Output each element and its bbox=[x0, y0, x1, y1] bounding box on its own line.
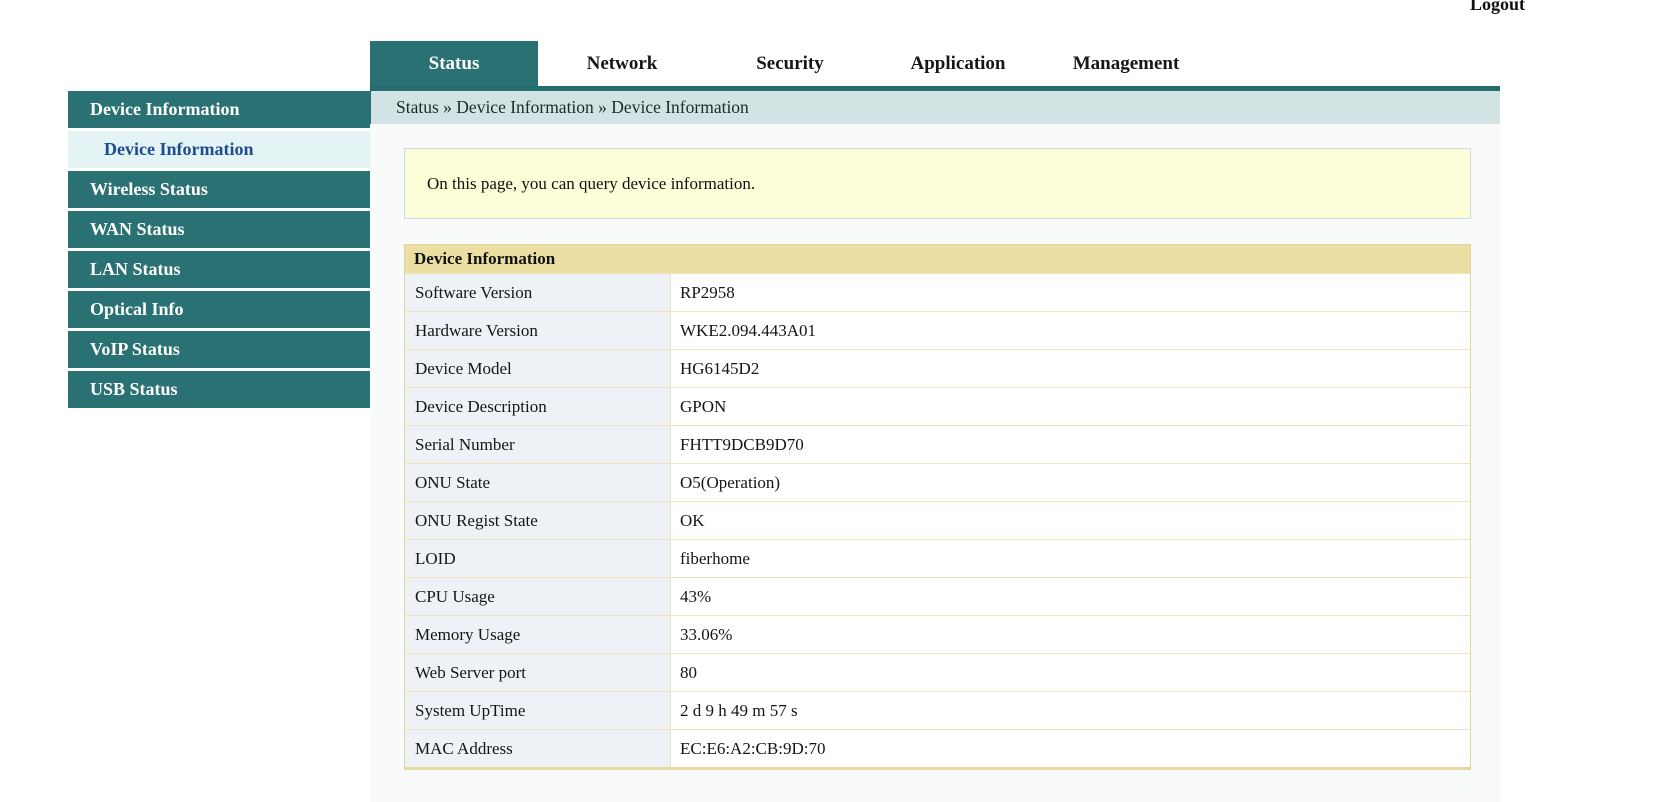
logout-link[interactable]: Logout bbox=[1470, 0, 1525, 15]
table-row: Device Description GPON bbox=[405, 387, 1470, 425]
row-label: Software Version bbox=[405, 274, 671, 311]
table-row: Device Model HG6145D2 bbox=[405, 349, 1470, 387]
sidebar-item-device-information-selected[interactable]: Device Information bbox=[68, 131, 371, 168]
row-label: Device Model bbox=[405, 350, 671, 387]
table-row: ONU Regist State OK bbox=[405, 501, 1470, 539]
row-value: O5(Operation) bbox=[671, 464, 1470, 501]
table-rows-container: Software Version RP2958 Hardware Version WK… bbox=[405, 273, 1470, 767]
row-label: Device Description bbox=[405, 388, 671, 425]
row-value: GPON bbox=[671, 388, 1470, 425]
row-value: WKE2.094.443A01 bbox=[671, 312, 1470, 349]
table-row: LOID fiberhome bbox=[405, 539, 1470, 577]
row-value: HG6145D2 bbox=[671, 350, 1470, 387]
row-value: RP2958 bbox=[671, 274, 1470, 311]
row-value: fiberhome bbox=[671, 540, 1470, 577]
table-row: Web Server port 80 bbox=[405, 653, 1470, 691]
sidebar-item-device-information[interactable]: Device Information bbox=[68, 91, 371, 128]
row-value: FHTT9DCB9D70 bbox=[671, 426, 1470, 463]
row-label: Hardware Version bbox=[405, 312, 671, 349]
sidebar-item-optical-info[interactable]: Optical Info bbox=[68, 291, 371, 328]
tab-security[interactable]: Security bbox=[706, 41, 874, 86]
table-row: MAC Address EC:E6:A2:CB:9D:70 bbox=[405, 729, 1470, 767]
tab-application[interactable]: Application bbox=[874, 41, 1042, 86]
row-label: Web Server port bbox=[405, 654, 671, 691]
page-note: On this page, you can query device infor… bbox=[404, 148, 1471, 219]
tab-bar: Status Network Security Application Manageme… bbox=[370, 41, 1210, 86]
row-label: System UpTime bbox=[405, 692, 671, 729]
table-row: CPU Usage 43% bbox=[405, 577, 1470, 615]
row-label: MAC Address bbox=[405, 730, 671, 767]
sidebar-item-lan-status[interactable]: LAN Status bbox=[68, 251, 371, 288]
row-value: EC:E6:A2:CB:9D:70 bbox=[671, 730, 1470, 767]
row-value: 2 d 9 h 49 m 57 s bbox=[671, 692, 1470, 729]
row-label: CPU Usage bbox=[405, 578, 671, 615]
table-row: System UpTime 2 d 9 h 49 m 57 s bbox=[405, 691, 1470, 729]
main-content: On this page, you can query device infor… bbox=[370, 124, 1500, 802]
device-information-table: Device Information Software Version RP295… bbox=[404, 244, 1471, 770]
row-label: ONU Regist State bbox=[405, 502, 671, 539]
tab-status[interactable]: Status bbox=[370, 41, 538, 86]
row-label: Serial Number bbox=[405, 426, 671, 463]
row-label: LOID bbox=[405, 540, 671, 577]
breadcrumb: Status » Device Information » Device Inf… bbox=[370, 91, 1500, 124]
sidebar-item-wireless-status[interactable]: Wireless Status bbox=[68, 171, 371, 208]
sidebar-item-voip-status[interactable]: VoIP Status bbox=[68, 331, 371, 368]
table-row: ONU State O5(Operation) bbox=[405, 463, 1470, 501]
table-row: Memory Usage 33.06% bbox=[405, 615, 1470, 653]
row-value: 33.06% bbox=[671, 616, 1470, 653]
table-row: Serial Number FHTT9DCB9D70 bbox=[405, 425, 1470, 463]
sidebar: Device Information Device Information Wire… bbox=[68, 91, 371, 411]
row-value: OK bbox=[671, 502, 1470, 539]
row-label: Memory Usage bbox=[405, 616, 671, 653]
row-value: 43% bbox=[671, 578, 1470, 615]
row-value: 80 bbox=[671, 654, 1470, 691]
sidebar-item-usb-status[interactable]: USB Status bbox=[68, 371, 371, 408]
table-row: Hardware Version WKE2.094.443A01 bbox=[405, 311, 1470, 349]
row-label: ONU State bbox=[405, 464, 671, 501]
tab-management[interactable]: Management bbox=[1042, 41, 1210, 86]
table-title: Device Information bbox=[405, 245, 1470, 273]
sidebar-item-wan-status[interactable]: WAN Status bbox=[68, 211, 371, 248]
table-row: Software Version RP2958 bbox=[405, 273, 1470, 311]
tab-network[interactable]: Network bbox=[538, 41, 706, 86]
